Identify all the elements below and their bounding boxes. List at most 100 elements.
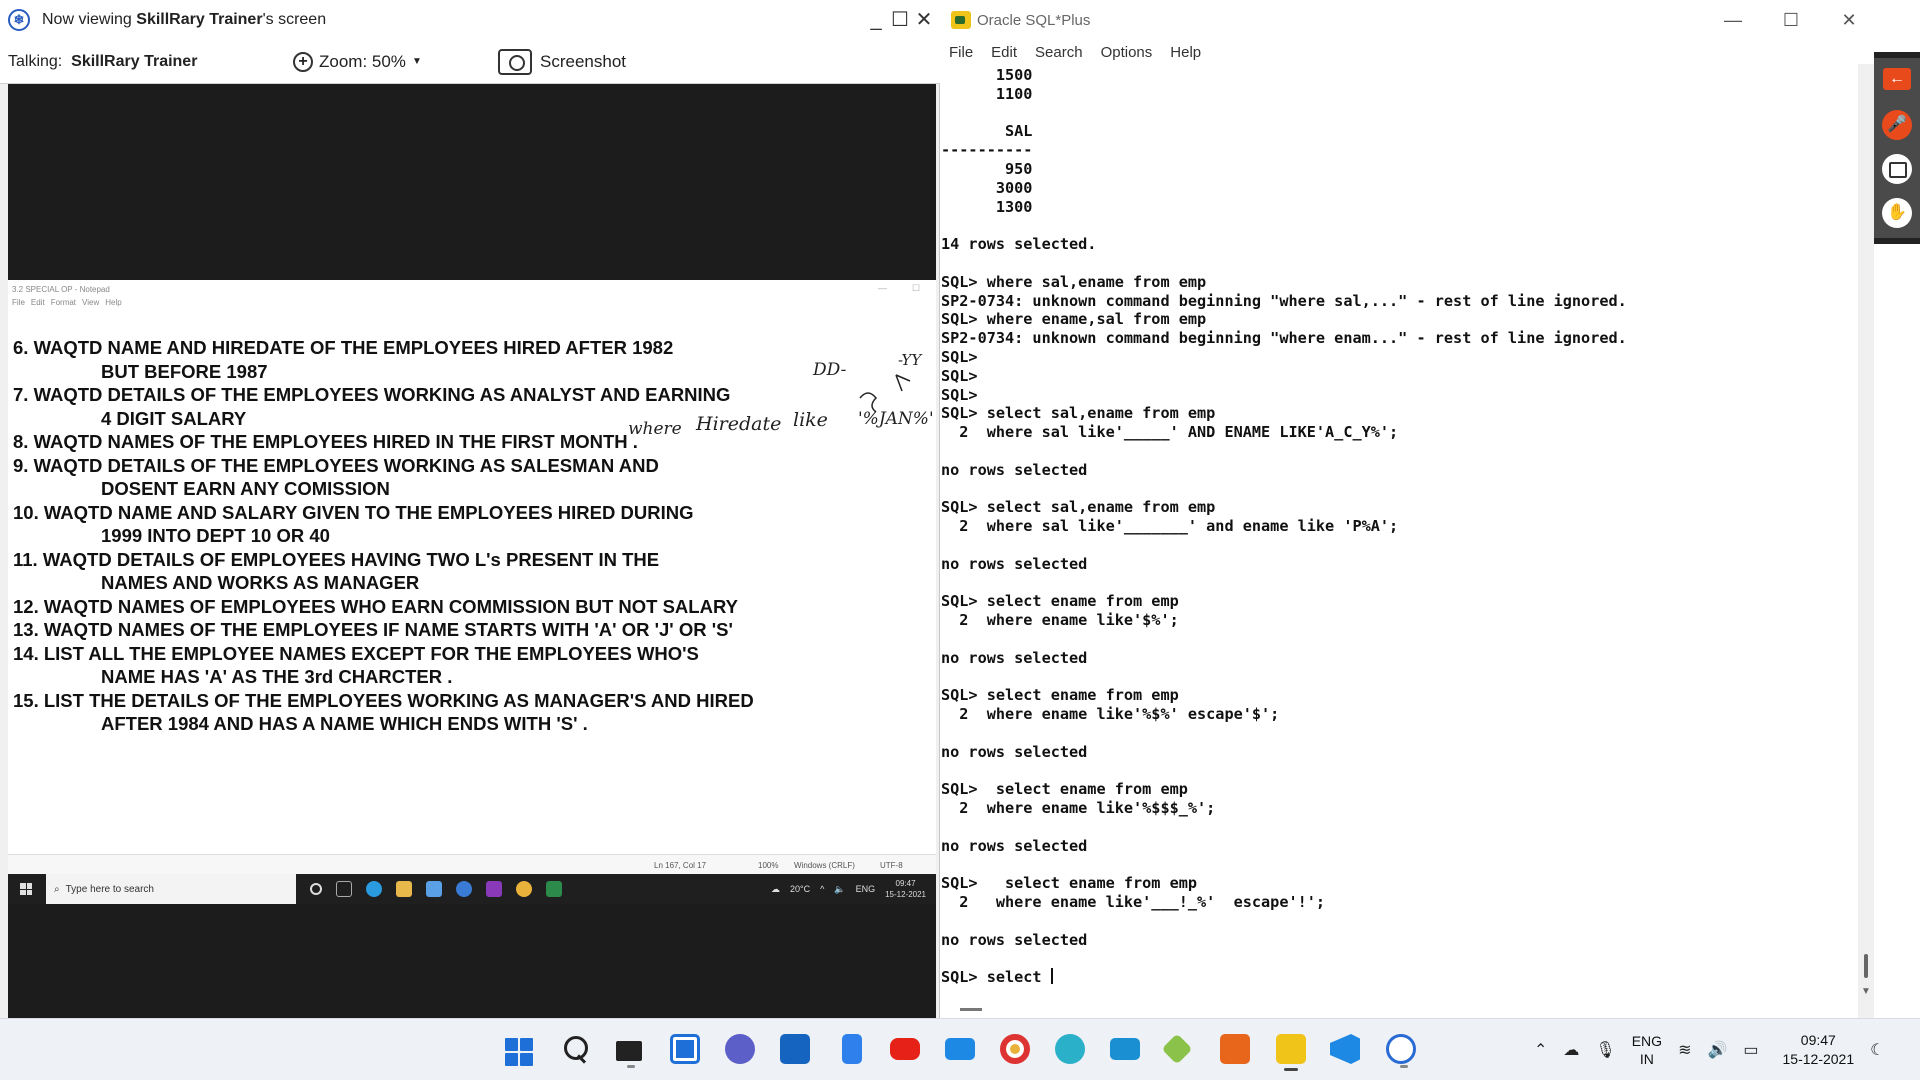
sublime-icon[interactable] — [1220, 1034, 1250, 1064]
mail-icon[interactable] — [945, 1038, 975, 1060]
close-icon[interactable]: ✕ — [914, 8, 934, 32]
sql-output-line: no rows selected — [941, 743, 1627, 762]
wifi-icon[interactable]: ≋ — [1678, 1040, 1691, 1060]
sql-line-text: no rows selected — [941, 648, 1088, 667]
microphone-icon[interactable]: 🎙 — [1595, 1040, 1615, 1060]
sql-output-line: 2 where sal like'_____' AND ENAME LIKE'A… — [941, 423, 1627, 442]
sqlplus-window: Oracle SQL*Plus — ☐ ✕ File Edit Search O… — [940, 0, 1878, 1018]
notepad-menu-help: Help — [105, 298, 122, 307]
notepad-line: 13. WAQTD NAMES OF THE EMPLOYEES IF NAME… — [13, 619, 733, 640]
notepad-menu-bar: File Edit Format View Help — [8, 298, 936, 312]
sqlplus-menu-edit[interactable]: Edit — [982, 44, 1026, 61]
caret-down-icon: ▼ — [411, 56, 422, 67]
notification-moon-icon[interactable]: ☾ — [1870, 1040, 1884, 1060]
start-windows-icon[interactable] — [505, 1038, 533, 1066]
sql-line-text: SQL> select — [941, 968, 1051, 987]
sqlplus-scrollbar[interactable]: ▼ — [1858, 64, 1874, 1018]
sql-output-line — [941, 216, 1627, 235]
shared-time: 09:47 — [895, 879, 916, 888]
scrollbar-thumb[interactable] — [1864, 954, 1868, 978]
sqlplus-terminal[interactable]: 1500 1100 SAL ---------- 950 3000 1300 14 … — [940, 64, 1860, 1012]
notepad-line: 14. LIST ALL THE EMPLOYEE NAMES EXCEPT F… — [13, 642, 699, 664]
shared-explorer-icon — [396, 881, 412, 897]
sql-output-line — [941, 254, 1627, 273]
snowflake-taskbar-icon[interactable] — [1386, 1034, 1416, 1068]
clock[interactable]: 09:47 15-12-2021 — [1783, 1031, 1855, 1069]
teams-chat-icon[interactable] — [725, 1034, 755, 1064]
sql-output-line — [941, 724, 1627, 743]
notepad-status-bar: Ln 167, Col 17 100% Windows (CRLF) UTF-8 — [8, 854, 936, 874]
sql-line-text: no rows selected — [941, 742, 1088, 761]
minimize-icon[interactable]: _ — [866, 8, 886, 32]
zoom-label: Zoom: 50% — [319, 51, 406, 71]
shared-onenote-icon — [486, 881, 502, 897]
screenshot-button[interactable]: Screenshot — [498, 48, 626, 75]
scroll-down-icon[interactable]: ▼ — [1861, 986, 1871, 997]
notepad-maximize-icon: ☐ — [912, 283, 921, 293]
shared-date: 15-12-2021 — [885, 890, 926, 899]
sql-output-line: SP2-0734: unknown command beginning "whe… — [941, 292, 1627, 311]
youtube-icon[interactable] — [890, 1038, 920, 1060]
mic-off-icon[interactable]: 🎤 — [1882, 110, 1912, 140]
sql-line-text: 3000 — [941, 178, 1033, 197]
sqlplus-menu-file[interactable]: File — [940, 44, 982, 61]
sqlplus-menu-options[interactable]: Options — [1092, 44, 1162, 61]
sql-output-line: SQL> select sal,ename from emp — [941, 498, 1627, 517]
onedrive-icon[interactable]: ☁ — [1563, 1040, 1579, 1060]
lang-bottom: IN — [1639, 1051, 1654, 1067]
collapse-arrow-icon[interactable]: ← — [1883, 68, 1911, 90]
horizontal-scroll-thumb[interactable] — [960, 1008, 982, 1011]
sql-output-line — [941, 761, 1627, 780]
window-icon[interactable] — [1882, 154, 1912, 184]
shared-clock: 09:47 15-12-2021 — [885, 878, 926, 900]
sqlplus-minimize-icon[interactable]: — — [1704, 0, 1762, 40]
oracle-taskbar-icon[interactable] — [1276, 1034, 1306, 1071]
language-indicator[interactable]: ENG IN — [1632, 1032, 1662, 1068]
taskbar-search-icon[interactable] — [561, 1034, 591, 1064]
sql-line-text: SQL> — [941, 385, 978, 404]
sql-output-line — [941, 104, 1627, 123]
notepad-line: NAME HAS 'A' AS THE 3rd CHARCTER . — [101, 666, 453, 687]
camera-icon — [498, 48, 532, 75]
maximize-icon[interactable]: ☐ — [890, 8, 910, 32]
viewer-title-bar[interactable]: ❄ Now viewing SkillRary Trainer's screen… — [0, 0, 940, 40]
colorful-app-icon[interactable] — [1161, 1033, 1193, 1065]
vscode-icon[interactable] — [1330, 1034, 1360, 1064]
sql-output-line: 3000 — [941, 179, 1627, 198]
remote-desktop-icon[interactable] — [1110, 1038, 1140, 1060]
chrome-icon[interactable] — [1000, 1034, 1030, 1064]
sql-line-text: 950 — [941, 159, 1033, 178]
sql-line-text: 1300 — [941, 197, 1033, 216]
screenshot-label: Screenshot — [540, 51, 626, 71]
viewer-toolbar: Talking: SkillRary Trainer + Zoom: 50% ▼… — [0, 40, 940, 84]
talking-indicator: Talking: SkillRary Trainer — [8, 52, 198, 70]
terminal-app-icon[interactable] — [616, 1041, 642, 1068]
sql-output-line: SQL> where ename,sal from emp — [941, 310, 1627, 329]
sqlplus-title-bar[interactable]: Oracle SQL*Plus — ☐ ✕ — [940, 0, 1878, 40]
sqlplus-maximize-icon[interactable]: ☐ — [1762, 0, 1820, 40]
volume-icon[interactable]: 🔊 — [1707, 1040, 1727, 1060]
sqlplus-menu-help[interactable]: Help — [1161, 44, 1210, 61]
sql-output-line: SQL> — [941, 348, 1627, 367]
sql-line-text: SQL> select sal,ename from emp — [941, 498, 1216, 517]
notepad-line: NAMES AND WORKS AS MANAGER — [101, 572, 420, 593]
sql-output-line: SQL> select ename from emp — [941, 874, 1627, 893]
tray-chevron-up-icon[interactable]: ⌃ — [1534, 1040, 1547, 1060]
store-icon[interactable] — [780, 1034, 810, 1064]
shared-search-icon: ⌕ — [54, 883, 60, 895]
sql-output-line: 1100 — [941, 85, 1627, 104]
edge-icon[interactable] — [1055, 1034, 1085, 1064]
shared-lang: ENG — [855, 884, 876, 894]
lang-top: ENG — [1631, 1033, 1663, 1049]
zoom-dropdown[interactable]: + Zoom: 50% ▼ — [293, 51, 458, 72]
sqlplus-menu-search[interactable]: Search — [1026, 44, 1092, 61]
raise-hand-icon[interactable]: ✋ — [1882, 198, 1912, 228]
sql-output-line: 1500 — [941, 66, 1627, 85]
sticky-app-icon[interactable] — [670, 1034, 700, 1064]
battery-icon[interactable]: ▭ — [1743, 1040, 1758, 1060]
notepad-title-bar: 3.2 SPECIAL OP - Notepad — ☐ — [8, 280, 936, 298]
sqlplus-close-icon[interactable]: ✕ — [1820, 0, 1878, 40]
sql-line-text: no rows selected — [941, 930, 1088, 949]
notepad-window: 3.2 SPECIAL OP - Notepad — ☐ File Edit F… — [8, 280, 936, 874]
file-icon[interactable] — [842, 1034, 862, 1064]
